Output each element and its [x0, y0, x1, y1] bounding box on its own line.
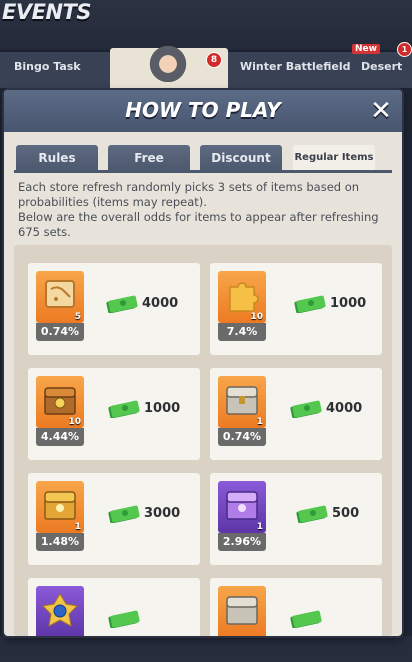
cash-icon — [294, 295, 326, 313]
tab-bingo-task[interactable]: Bingo Task — [14, 60, 81, 73]
item-card: 1 0.74% 4000 — [210, 368, 382, 460]
cash-icon — [108, 610, 140, 628]
bottom-strip — [0, 636, 412, 662]
item-card: 5 0.74% 4000 — [28, 263, 200, 355]
tab-discount[interactable]: Discount — [200, 145, 282, 171]
tab-winter-battlefield[interactable]: Winter Battlefield — [240, 60, 351, 73]
item-card: 10 7.4% 1000 — [210, 263, 382, 355]
item-icon-box: 1 — [218, 376, 266, 428]
cash-icon — [108, 400, 140, 418]
item-price: 4000 — [326, 401, 363, 416]
item-odds: 4.44% — [36, 428, 84, 446]
cash-icon — [290, 400, 322, 418]
item-qty: 1 — [74, 522, 81, 532]
description-line: Each store refresh randomly picks 3 sets… — [18, 180, 360, 194]
description-line: 675 sets. — [18, 225, 71, 239]
item-icon-box — [36, 586, 84, 636]
item-card: 1 2.96% 500 — [210, 473, 382, 565]
item-card — [210, 578, 382, 636]
close-button[interactable]: ✕ — [366, 96, 396, 126]
tab-divider — [14, 170, 392, 173]
item-card: 10 4.44% 1000 — [28, 368, 200, 460]
item-qty: 10 — [250, 312, 263, 322]
item-icon-box: 1 — [218, 481, 266, 533]
item-grid: 5 0.74% 4000 10 7.4% 1000 10 4.44% 1000 … — [14, 245, 392, 636]
desert-notification-badge: 1 — [397, 42, 412, 57]
how-to-play-modal: HOW TO PLAY ✕ Rules Free Discount Regula… — [4, 90, 402, 636]
item-card: 1 1.48% 3000 — [28, 473, 200, 565]
modal-title: HOW TO PLAY — [125, 98, 281, 122]
item-icon-box — [218, 586, 266, 636]
description: Each store refresh randomly picks 3 sets… — [18, 180, 388, 240]
item-price: 3000 — [144, 506, 181, 521]
description-line: probabilities (items may repeat). — [18, 195, 207, 209]
item-odds: 2.96% — [218, 533, 266, 551]
item-price: 4000 — [142, 296, 179, 311]
item-odds: 0.74% — [36, 323, 84, 341]
item-price: 1000 — [144, 401, 181, 416]
item-price: 1000 — [330, 296, 367, 311]
item-qty: 5 — [74, 312, 81, 322]
close-icon: ✕ — [370, 96, 392, 126]
blue-gem-badge-icon — [41, 593, 79, 627]
item-card — [28, 578, 200, 636]
item-icon-box: 1 — [36, 481, 84, 533]
notification-badge: 8 — [206, 52, 222, 68]
cash-icon — [108, 505, 140, 523]
tab-free[interactable]: Free — [108, 145, 190, 171]
item-icon-box: 10 — [36, 376, 84, 428]
events-title: EVENTS — [2, 0, 91, 24]
item-icon-box: 5 — [36, 271, 84, 323]
silver-chest-icon — [226, 596, 258, 625]
item-qty: 1 — [256, 522, 263, 532]
description-line: Below are the overall odds for items to … — [18, 210, 379, 224]
cash-icon — [106, 295, 138, 313]
item-odds: 0.74% — [218, 428, 266, 446]
item-odds: 1.48% — [36, 533, 84, 551]
item-price: 500 — [332, 506, 360, 521]
tab-regular-items[interactable]: Regular Items — [293, 145, 375, 171]
new-badge: New — [352, 44, 380, 54]
item-qty: 1 — [256, 417, 263, 427]
cash-icon — [296, 505, 328, 523]
tab-desert[interactable]: Desert — [361, 60, 402, 73]
item-qty: 10 — [68, 417, 81, 427]
item-odds: 7.4% — [218, 323, 266, 341]
avatar — [146, 42, 190, 82]
cash-icon — [290, 610, 322, 628]
item-icon-box: 10 — [218, 271, 266, 323]
tab-rules[interactable]: Rules — [16, 145, 98, 171]
